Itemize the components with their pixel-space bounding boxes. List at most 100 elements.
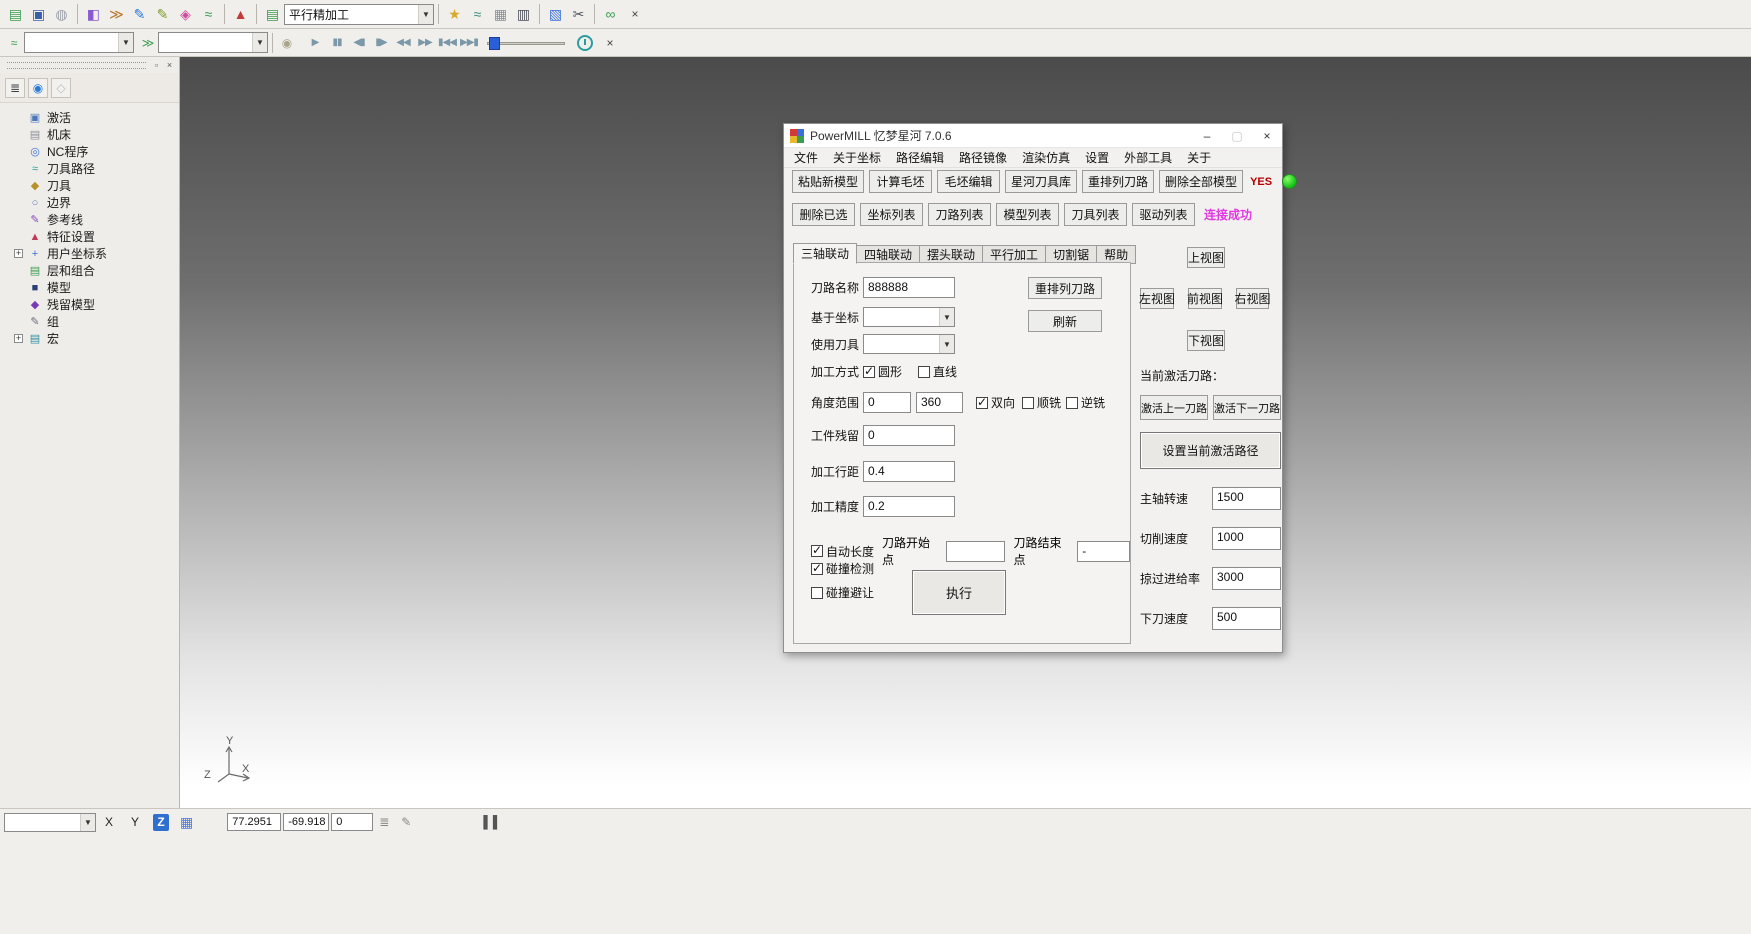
tree-item[interactable]: ▤ 层和组合: [6, 262, 179, 279]
tree-item[interactable]: ✎ 组: [6, 313, 179, 330]
scissors-icon[interactable]: ✂: [567, 3, 590, 26]
chevron-down-icon[interactable]: ▼: [418, 5, 433, 24]
circle-checkbox[interactable]: 圆形: [863, 363, 902, 380]
drag-grip[interactable]: [7, 62, 146, 69]
explorer-tree-icon[interactable]: ≣: [5, 78, 25, 98]
menu-render-sim[interactable]: 渲染仿真: [1022, 149, 1070, 166]
tree-item[interactable]: ▣ 激活: [6, 109, 179, 126]
clock-icon[interactable]: [577, 35, 593, 51]
tool-library-button[interactable]: 星河刀具库: [1005, 170, 1077, 193]
split-view-icon[interactable]: ▌▌: [483, 815, 502, 829]
model-list-button[interactable]: 模型列表: [996, 203, 1059, 226]
tree-item[interactable]: + ▤ 宏: [6, 330, 179, 347]
menu-path-edit[interactable]: 路径编辑: [896, 149, 944, 166]
boundary-icon[interactable]: ◈: [174, 3, 197, 26]
delete-selected-button[interactable]: 删除已选: [792, 203, 855, 226]
lightbulb-icon[interactable]: ◉: [277, 33, 297, 53]
rearrange-toolpaths-button[interactable]: 重排列刀路: [1028, 277, 1102, 299]
save-icon[interactable]: ▣: [27, 3, 50, 26]
start-point-input[interactable]: [946, 541, 1006, 562]
activate-prev-toolpath-button[interactable]: 激活上一刀路: [1140, 395, 1208, 420]
panel-header[interactable]: ▫ ×: [0, 57, 179, 73]
toolpath-combobox[interactable]: ▼: [158, 32, 268, 53]
view-top-button[interactable]: 上视图: [1187, 247, 1225, 268]
plane-icon[interactable]: ▦: [489, 3, 512, 26]
view-front-button[interactable]: 前视图: [1188, 288, 1222, 309]
axis-x-button[interactable]: X: [101, 814, 117, 831]
levels-icon[interactable]: ▤: [4, 3, 27, 26]
levels-icon[interactable]: ≈: [4, 33, 24, 53]
slider-handle[interactable]: [489, 37, 500, 50]
toolpath-create-icon[interactable]: ✎: [128, 3, 151, 26]
skim-feed-input[interactable]: 3000: [1212, 567, 1281, 590]
view-left-button[interactable]: 左视图: [1140, 288, 1174, 309]
tool-combobox[interactable]: ▼: [863, 334, 955, 354]
transport-button[interactable]: ▮◀◀: [437, 33, 457, 53]
paste-new-model-button[interactable]: 粘贴新模型: [792, 170, 864, 193]
climb-checkbox[interactable]: 顺铣: [1022, 394, 1061, 411]
hammer-icon[interactable]: ★: [443, 3, 466, 26]
simulation-icon[interactable]: ▲: [229, 3, 252, 26]
toolpath-list-button[interactable]: 刀路列表: [928, 203, 991, 226]
coord-combobox[interactable]: ▼: [863, 307, 955, 327]
strategy-list-icon[interactable]: ▤: [261, 3, 284, 26]
maximize-icon[interactable]: ▢: [1222, 124, 1252, 147]
view-bottom-button[interactable]: 下视图: [1187, 330, 1225, 351]
levels-combobox[interactable]: ▼: [24, 32, 134, 53]
angle-to-input[interactable]: 360: [916, 392, 963, 413]
tool-create-icon[interactable]: ✎: [151, 3, 174, 26]
simulation-speed-slider[interactable]: [487, 35, 565, 51]
transport-button[interactable]: ▮▶: [371, 33, 391, 53]
menu-settings[interactable]: 设置: [1085, 149, 1109, 166]
refresh-button[interactable]: 刷新: [1028, 310, 1102, 332]
coord-list-button[interactable]: 坐标列表: [860, 203, 923, 226]
transport-button[interactable]: ▮▮: [327, 33, 347, 53]
toolbar-close-icon[interactable]: ×: [626, 5, 644, 23]
execute-button[interactable]: 执行: [912, 570, 1006, 615]
pin-icon[interactable]: ▫: [150, 59, 163, 72]
tree-item[interactable]: ■ 模型: [6, 279, 179, 296]
tree-item[interactable]: ✎ 参考线: [6, 211, 179, 228]
transport-button[interactable]: ▶▶: [415, 33, 435, 53]
statistics-icon[interactable]: ≈: [466, 3, 489, 26]
axis-z-button[interactable]: Z: [153, 814, 169, 831]
menu-about[interactable]: 关于: [1187, 149, 1211, 166]
tree-item[interactable]: ◆ 残留模型: [6, 296, 179, 313]
tree-item[interactable]: + + 用户坐标系: [6, 245, 179, 262]
coord-z-input[interactable]: 0: [331, 813, 373, 831]
collision-detect-checkbox[interactable]: 碰撞检测: [811, 560, 874, 577]
conventional-checkbox[interactable]: 逆铣: [1066, 394, 1105, 411]
drive-list-button[interactable]: 驱动列表: [1132, 203, 1195, 226]
globe-icon[interactable]: ◉: [28, 78, 48, 98]
tree-item[interactable]: ▲ 特征设置: [6, 228, 179, 245]
axis-y-button[interactable]: Y: [127, 814, 143, 831]
coord-y-input[interactable]: -69.918: [283, 813, 329, 831]
viewmill-icon[interactable]: ∞: [599, 3, 622, 26]
tree-item[interactable]: ≈ 刀具路径: [6, 160, 179, 177]
bidirectional-checkbox[interactable]: 双向: [976, 394, 1015, 411]
transport-button[interactable]: ◀▮: [349, 33, 369, 53]
tab-3axis[interactable]: 三轴联动: [793, 243, 857, 264]
chevron-down-icon[interactable]: ▼: [939, 308, 954, 326]
block-edit-button[interactable]: 毛坯编辑: [937, 170, 1000, 193]
transport-button[interactable]: ◀◀: [393, 33, 413, 53]
view-right-button[interactable]: 右视图: [1236, 288, 1269, 309]
tree-item[interactable]: ◆ 刀具: [6, 177, 179, 194]
menu-coords[interactable]: 关于坐标: [833, 149, 881, 166]
transport-button[interactable]: ▶: [305, 33, 325, 53]
shaded-model-icon[interactable]: ◍: [50, 3, 73, 26]
activate-next-toolpath-button[interactable]: 激活下一刀路: [1213, 395, 1281, 420]
chevron-down-icon[interactable]: ▼: [80, 814, 95, 831]
cutting-feed-input[interactable]: 1000: [1212, 527, 1281, 550]
toolpath-name-input[interactable]: 888888: [863, 277, 955, 298]
tree-expander[interactable]: +: [14, 334, 23, 343]
reorder-toolpaths-button[interactable]: 重排列刀路: [1082, 170, 1154, 193]
set-active-path-button[interactable]: 设置当前激活路径: [1140, 432, 1281, 469]
tree-item[interactable]: ▤ 机床: [6, 126, 179, 143]
chevron-down-icon[interactable]: ▼: [252, 33, 267, 52]
chart-icon[interactable]: ▧: [544, 3, 567, 26]
menu-external-tools[interactable]: 外部工具: [1124, 149, 1172, 166]
tool-list-button[interactable]: 刀具列表: [1064, 203, 1127, 226]
end-point-input[interactable]: -: [1077, 541, 1130, 562]
line-checkbox[interactable]: 直线: [918, 363, 957, 380]
